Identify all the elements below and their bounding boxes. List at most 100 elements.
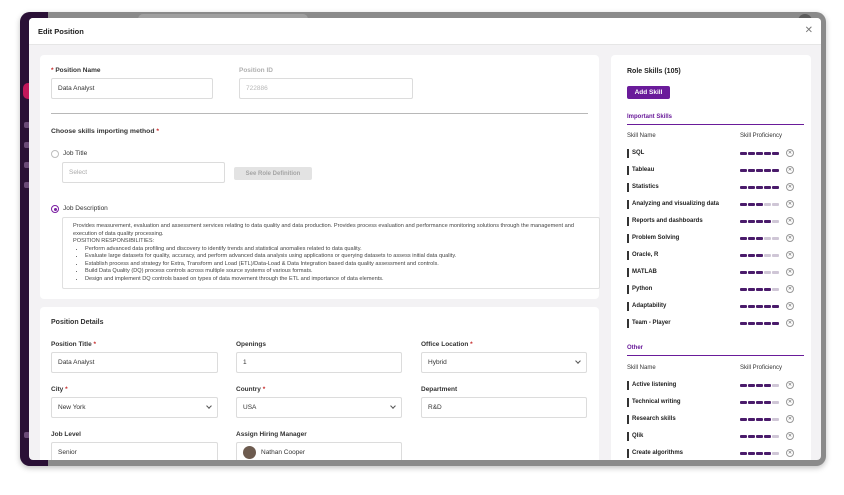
remove-skill-icon[interactable]: ✕ bbox=[786, 381, 794, 389]
proficiency-bar[interactable] bbox=[740, 435, 780, 438]
remove-skill-icon[interactable]: ✕ bbox=[786, 302, 794, 310]
proficiency-segment bbox=[772, 254, 779, 257]
proficiency-bar[interactable] bbox=[740, 220, 780, 223]
skill-name: Create algorithms bbox=[627, 449, 683, 458]
see-role-definition-button[interactable]: See Role Definition bbox=[234, 167, 312, 180]
proficiency-segment bbox=[756, 435, 763, 438]
list-item: Establish process and strategy for Extra… bbox=[85, 261, 589, 269]
proficiency-segment bbox=[740, 220, 747, 223]
proficiency-segment bbox=[740, 203, 747, 206]
proficiency-segment bbox=[756, 288, 763, 291]
proficiency-bar[interactable] bbox=[740, 271, 780, 274]
remove-skill-icon[interactable]: ✕ bbox=[786, 217, 794, 225]
remove-skill-icon[interactable]: ✕ bbox=[786, 166, 794, 174]
proficiency-segment bbox=[764, 152, 771, 155]
list-item: Evaluate large datasets for quality, acc… bbox=[85, 253, 589, 261]
proficiency-segment bbox=[756, 169, 763, 172]
proficiency-bar[interactable] bbox=[740, 322, 780, 325]
skill-row: Reports and dashboards ✕ bbox=[627, 216, 804, 228]
add-skill-button[interactable]: Add Skill bbox=[627, 86, 670, 99]
remove-skill-icon[interactable]: ✕ bbox=[786, 268, 794, 276]
modal-title: Edit Position bbox=[38, 27, 84, 36]
proficiency-bar[interactable] bbox=[740, 418, 780, 421]
proficiency-segment bbox=[740, 452, 747, 455]
proficiency-segment bbox=[740, 384, 747, 387]
proficiency-bar[interactable] bbox=[740, 288, 780, 291]
proficiency-bar[interactable] bbox=[740, 254, 780, 257]
list-item: Perform advanced data profiling and disc… bbox=[85, 246, 589, 254]
job-description-radio[interactable] bbox=[51, 205, 59, 213]
proficiency-segment bbox=[756, 452, 763, 455]
proficiency-bar[interactable] bbox=[740, 237, 780, 240]
proficiency-bar[interactable] bbox=[740, 305, 780, 308]
section-divider bbox=[51, 113, 588, 114]
department-input[interactable]: R&D bbox=[421, 397, 587, 418]
position-details-card: Position Details Position Title * Data A… bbox=[40, 307, 599, 460]
remove-skill-icon[interactable]: ✕ bbox=[786, 200, 794, 208]
proficiency-bar[interactable] bbox=[740, 452, 780, 455]
city-select[interactable]: New York bbox=[51, 397, 218, 418]
remove-skill-icon[interactable]: ✕ bbox=[786, 415, 794, 423]
remove-skill-icon[interactable]: ✕ bbox=[786, 285, 794, 293]
job-level-select[interactable]: Senior bbox=[51, 442, 218, 460]
skill-row: Technical writing ✕ bbox=[627, 397, 804, 409]
proficiency-segment bbox=[772, 418, 779, 421]
remove-skill-icon[interactable]: ✕ bbox=[786, 449, 794, 457]
proficiency-bar[interactable] bbox=[740, 384, 780, 387]
proficiency-bar[interactable] bbox=[740, 152, 780, 155]
position-title-input[interactable]: Data Analyst bbox=[51, 352, 218, 373]
proficiency-segment bbox=[756, 220, 763, 223]
proficiency-bar[interactable] bbox=[740, 203, 780, 206]
proficiency-bar[interactable] bbox=[740, 401, 780, 404]
proficiency-bar[interactable] bbox=[740, 186, 780, 189]
remove-skill-icon[interactable]: ✕ bbox=[786, 234, 794, 242]
position-title-label: Position Title * bbox=[51, 341, 97, 348]
city-value: New York bbox=[58, 404, 86, 411]
modal-header: Edit Position ✕ bbox=[29, 18, 821, 45]
remove-skill-icon[interactable]: ✕ bbox=[786, 432, 794, 440]
skill-name: Tableau bbox=[627, 166, 654, 175]
remove-skill-icon[interactable]: ✕ bbox=[786, 149, 794, 157]
skill-name: SQL bbox=[627, 149, 644, 158]
remove-skill-icon[interactable]: ✕ bbox=[786, 251, 794, 259]
screenshot-stage: Edit Position ✕ * Position Name Data Ana… bbox=[0, 0, 844, 495]
proficiency-segment bbox=[764, 271, 771, 274]
skill-row: Create algorithms ✕ bbox=[627, 448, 804, 460]
proficiency-segment bbox=[756, 152, 763, 155]
job-description-textarea[interactable]: Provides measurement, evaluation and ass… bbox=[62, 217, 600, 289]
openings-input[interactable]: 1 bbox=[236, 352, 402, 373]
position-name-input[interactable]: Data Analyst bbox=[51, 78, 213, 99]
proficiency-segment bbox=[764, 401, 771, 404]
remove-skill-icon[interactable]: ✕ bbox=[786, 319, 794, 327]
proficiency-bar[interactable] bbox=[740, 169, 780, 172]
proficiency-segment bbox=[772, 435, 779, 438]
job-title-select[interactable]: Select bbox=[62, 162, 225, 183]
proficiency-segment bbox=[772, 384, 779, 387]
important-skills-title: Important Skills bbox=[627, 114, 673, 120]
country-select[interactable]: USA bbox=[236, 397, 402, 418]
office-location-select[interactable]: Hybrid bbox=[421, 352, 587, 373]
job-description-label: Job Description bbox=[63, 205, 108, 212]
proficiency-segment bbox=[772, 203, 779, 206]
proficiency-segment bbox=[748, 435, 755, 438]
edit-position-modal: Edit Position ✕ * Position Name Data Ana… bbox=[29, 18, 821, 460]
remove-skill-icon[interactable]: ✕ bbox=[786, 183, 794, 191]
proficiency-segment bbox=[740, 435, 747, 438]
group-divider bbox=[627, 355, 804, 356]
hiring-manager-select[interactable]: Nathan Cooper bbox=[236, 442, 402, 460]
proficiency-segment bbox=[748, 186, 755, 189]
job-level-label: Job Level bbox=[51, 431, 81, 438]
proficiency-segment bbox=[764, 452, 771, 455]
proficiency-segment bbox=[772, 322, 779, 325]
list-item: Design and implement DQ controls based o… bbox=[85, 276, 589, 284]
proficiency-segment bbox=[740, 237, 747, 240]
close-icon[interactable]: ✕ bbox=[805, 25, 813, 36]
remove-skill-icon[interactable]: ✕ bbox=[786, 398, 794, 406]
proficiency-segment bbox=[740, 401, 747, 404]
chevron-down-icon bbox=[390, 403, 396, 409]
job-title-radio[interactable] bbox=[51, 150, 59, 158]
proficiency-segment bbox=[772, 305, 779, 308]
proficiency-segment bbox=[756, 418, 763, 421]
city-label: City * bbox=[51, 386, 68, 393]
proficiency-segment bbox=[740, 322, 747, 325]
